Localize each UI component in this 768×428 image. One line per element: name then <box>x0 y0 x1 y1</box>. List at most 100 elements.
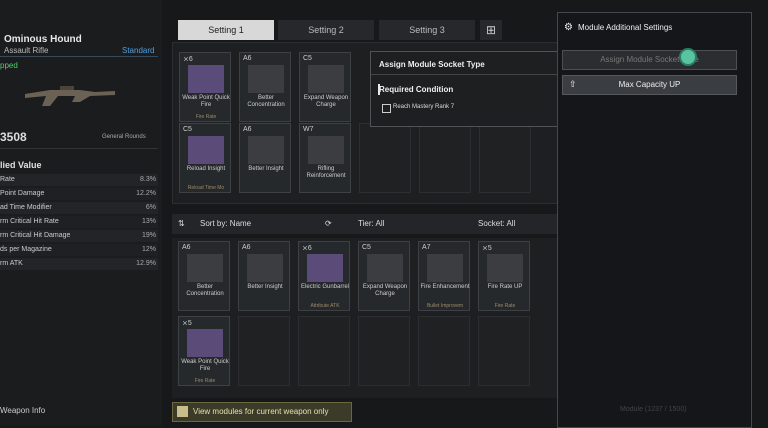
module-subtype: Fire Rate <box>194 378 216 384</box>
stat-value: 6% <box>145 204 156 211</box>
module-icon <box>188 65 224 93</box>
stat-name: ds per Magazine <box>0 246 52 253</box>
module-card[interactable]: W7 Rifling Reinforcement <box>299 123 351 193</box>
stat-name: Point Damage <box>0 190 45 197</box>
tier-filter[interactable]: Tier: All <box>358 219 384 228</box>
module-card[interactable]: ⨯5 Weak Point Quick Fire Fire Rate <box>178 316 230 386</box>
module-icon <box>487 254 523 282</box>
tab-setting-2[interactable]: Setting 2 <box>278 20 374 40</box>
module-subtype: Fire Rate <box>195 114 217 120</box>
ammo-type: General Rounds <box>102 134 146 140</box>
sort-dropdown[interactable]: Sort by: Name <box>200 219 251 228</box>
stat-name: rm Critical Hit Damage <box>0 232 71 239</box>
checkbox[interactable] <box>177 406 188 417</box>
empty-slot <box>478 316 530 386</box>
module-card[interactable]: A7 Fire Enhancement Bullet Improvem <box>418 241 470 311</box>
condition-checkbox <box>382 104 391 113</box>
module-name: Expand Weapon Charge <box>362 284 408 297</box>
panel-title: Module Additional Settings <box>578 23 673 32</box>
module-cost: A6 <box>182 244 191 251</box>
module-cost: C5 <box>303 55 312 62</box>
stat-row: rm ATK 12.9% <box>0 258 158 270</box>
module-icon <box>188 136 224 164</box>
module-card[interactable]: ⨯6 Electric Gunbarrel Attribute ATK <box>298 241 350 311</box>
module-card[interactable]: A6 Better Insight <box>238 241 290 311</box>
module-icon <box>248 136 284 164</box>
stat-value: 12.2% <box>136 190 156 197</box>
empty-slot[interactable] <box>479 123 531 193</box>
module-name: Fire Enhancement <box>420 284 470 290</box>
module-card[interactable]: C5 Expand Weapon Charge <box>299 52 351 122</box>
sort-icon[interactable]: ⇅ <box>178 219 185 228</box>
module-cost: W7 <box>303 126 314 133</box>
module-icon <box>187 329 223 357</box>
weapon-rarity: Standard <box>122 46 155 55</box>
module-icon <box>248 65 284 93</box>
module-name: Better Concentration <box>247 95 285 108</box>
module-icon <box>187 254 223 282</box>
module-name: Weak Point Quick Fire <box>181 359 229 372</box>
stat-row: ds per Magazine 12% <box>0 244 158 256</box>
module-card[interactable]: C5 Expand Weapon Charge <box>358 241 410 311</box>
socket-type-popup: Assign Module Socket Type Required Condi… <box>370 51 559 127</box>
weapon-type: Assault Rifle <box>4 46 49 55</box>
module-settings-panel: ⚙ Module Additional Settings Assign Modu… <box>557 12 752 428</box>
add-setting-icon[interactable]: ⊞ <box>480 20 502 40</box>
filter-label: View modules for current weapon only <box>193 407 329 416</box>
module-card[interactable]: C5 Reload Insight Reload Time Mo <box>179 123 231 193</box>
module-name: Rifling Reinforcement <box>306 166 346 179</box>
module-card[interactable]: ⨯6 Weak Point Quick Fire Fire Rate <box>179 52 231 122</box>
popup-title: Assign Module Socket Type <box>379 60 485 69</box>
module-card[interactable]: A6 Better Concentration <box>239 52 291 122</box>
module-name: Electric Gunbarrel <box>300 284 350 290</box>
module-name: Expand Weapon Charge <box>303 95 349 108</box>
module-icon <box>427 254 463 282</box>
stat-value: 12% <box>141 246 156 253</box>
empty-slot <box>238 316 290 386</box>
module-icon <box>367 254 403 282</box>
module-card[interactable]: A6 Better Concentration <box>178 241 230 311</box>
stat-row: ad Time Modifier 6% <box>0 202 158 214</box>
weapon-info-button[interactable]: Weapon Info <box>0 406 45 415</box>
filter-current-weapon[interactable]: View modules for current weapon only <box>172 402 352 422</box>
module-name: Better Insight <box>248 166 284 172</box>
module-card[interactable]: ⨯5 Fire Rate UP Fire Rate <box>478 241 530 311</box>
stat-row: Point Damage 12.2% <box>0 188 158 200</box>
empty-slot[interactable] <box>359 123 411 193</box>
module-cost: C5 <box>183 126 192 133</box>
stat-name: ad Time Modifier <box>0 204 52 211</box>
module-cost: ⨯6 <box>183 56 193 63</box>
stat-value: 12.9% <box>136 260 156 267</box>
cursor-icon <box>679 48 697 66</box>
required-condition-label: Required Condition <box>379 85 454 94</box>
module-icon <box>307 254 343 282</box>
module-cost: ⨯5 <box>182 320 192 327</box>
module-card[interactable]: A6 Better Insight <box>239 123 291 193</box>
module-icon <box>308 65 344 93</box>
module-cost: ⨯5 <box>482 245 492 252</box>
max-capacity-button[interactable]: ⇧ Max Capacity UP <box>562 75 737 95</box>
module-subtype: Fire Rate <box>494 303 516 309</box>
module-name: Fire Rate UP <box>487 284 523 290</box>
stat-value: 13% <box>141 218 156 225</box>
assign-socket-button[interactable]: Assign Module Socket Type <box>562 50 737 70</box>
module-cost: C5 <box>362 244 371 251</box>
module-cost: A6 <box>243 126 252 133</box>
socket-filter[interactable]: Socket: All <box>478 219 515 228</box>
module-subtype: Reload Time Mo <box>187 185 225 191</box>
stat-value: 8.3% <box>140 176 156 183</box>
module-cost: A6 <box>243 55 252 62</box>
module-cost: A6 <box>242 244 251 251</box>
settings-icon: ⚙ <box>564 22 573 33</box>
module-count: Module (1237 / 1500) <box>620 406 687 413</box>
tab-setting-1[interactable]: Setting 1 <box>178 20 274 40</box>
weapon-image <box>25 86 115 106</box>
empty-slot <box>418 316 470 386</box>
divider <box>0 148 158 149</box>
empty-slot[interactable] <box>419 123 471 193</box>
tab-setting-3[interactable]: Setting 3 <box>379 20 475 40</box>
max-capacity-label: Max Capacity UP <box>618 80 681 89</box>
refresh-icon[interactable]: ⟳ <box>325 219 332 228</box>
ammo-count: 3508 <box>0 130 27 144</box>
assign-socket-label: Assign Module Socket Type <box>600 55 699 64</box>
